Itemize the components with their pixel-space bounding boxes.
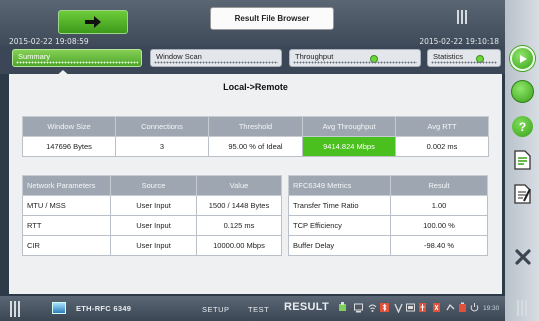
param-name: RTT [22,215,111,236]
usb-icon [419,303,426,312]
tab-window-scan[interactable]: Window Scan [150,49,282,67]
tab-label: Throughput [295,52,334,61]
metric-name: Transfer Time Ratio [288,195,391,216]
avg-rtt-value: 0.002 ms [395,136,489,157]
column-header: Network Parameters [22,175,111,196]
column-header: Avg Throughput [302,116,396,137]
clock: 19:30 [483,305,500,312]
application-icon[interactable] [52,302,66,314]
power-icon [470,303,479,312]
nav-result[interactable]: RESULT [284,301,329,313]
metric-value: 1.00 [390,195,488,216]
battery-icon [459,302,466,312]
edit-report-button[interactable] [509,180,536,207]
navigate-arrow-button[interactable] [58,10,128,34]
application-name[interactable]: ETH-RFC 6349 [76,304,131,313]
param-source: User Input [110,235,197,256]
tab-summary[interactable]: Summary [12,49,142,67]
param-name: MTU / MSS [22,195,111,216]
screen-icon [354,303,363,313]
bluetooth-icon [380,303,389,312]
status-led-button[interactable] [509,78,536,105]
param-source: User Input [110,195,197,216]
window-size-value: 147696 Bytes [22,136,116,157]
table-row: MTU / MSS User Input 1500 / 1448 Bytes [22,195,282,216]
metric-name: TCP Efficiency [288,215,391,236]
table-row: 147696 Bytes 3 95.00 % of Ideal 9414.824… [22,136,489,157]
close-icon [514,248,531,265]
signal-icon [394,303,403,313]
nav-setup[interactable]: SETUP [202,305,230,314]
tools-icon [339,302,346,311]
network-icon [406,303,415,312]
top-header: Result File Browser 2015-02-22 19:08:59 … [0,0,505,46]
table-row: RTT User Input 0.125 ms [22,215,282,236]
sidebar-grip-icon[interactable] [517,300,527,316]
avg-throughput-value: 9414.824 Mbps [302,136,396,157]
start-timestamp: 2015-02-22 19:08:59 [9,37,89,46]
start-test-icon [510,46,535,71]
tab-label: Window Scan [156,52,202,61]
table-row: TCP Efficiency 100.00 % [288,215,488,236]
rfc6349-metrics-table: RFC6349 Metrics Result Transfer Time Rat… [288,175,488,256]
results-panel: Local->Remote Window Size Connections Th… [9,74,502,294]
direction-title: Local->Remote [223,82,288,92]
table-header-row: Network Parameters Source Value [22,175,282,196]
edit-report-icon [514,183,531,204]
table-header-row: Window Size Connections Threshold Avg Th… [22,116,489,137]
metric-name: Buffer Delay [288,235,391,256]
column-header: RFC6349 Metrics [288,175,391,196]
param-value: 1500 / 1448 Bytes [196,195,282,216]
help-icon: ? [512,116,533,137]
network-parameters-table: Network Parameters Source Value MTU / MS… [22,175,282,256]
column-header: Value [196,175,282,196]
close-button[interactable] [509,243,536,270]
report-icon [514,149,531,170]
arrow-right-icon [85,16,101,28]
right-sidebar: ? [505,0,539,321]
bottom-grip-icon[interactable] [10,301,20,317]
column-header: Window Size [22,116,116,137]
column-header: Avg RTT [395,116,489,137]
column-header: Connections [115,116,209,137]
table-header-row: RFC6349 Metrics Result [288,175,488,196]
threshold-value: 95.00 % of Ideal [208,136,303,157]
tab-label: Statistics [433,52,464,61]
nav-test[interactable]: TEST [248,305,269,314]
column-header: Source [110,175,197,196]
param-source: User Input [110,215,197,236]
connection-icon [446,303,455,311]
window-title: Result File Browser [210,7,334,30]
report-button[interactable] [509,146,536,173]
start-test-button[interactable] [509,45,536,72]
summary-table: Window Size Connections Threshold Avg Th… [22,116,489,157]
wifi-icon [368,304,377,312]
tab-bar: Summary Window Scan Throughput Statistic… [0,46,505,78]
metric-value: -98.40 % [390,235,488,256]
tab-label: Summary [18,52,51,61]
param-value: 0.125 ms [196,215,282,236]
bottom-bar: ETH-RFC 6349 SETUP TEST RESULT 19:30 [0,296,505,321]
table-row: Buffer Delay -98.40 % [288,235,488,256]
table-row: Transfer Time Ratio 1.00 [288,195,488,216]
alert-icon [433,303,440,312]
metric-value: 100.00 % [390,215,488,236]
table-row: CIR User Input 10000.00 Mbps [22,235,282,256]
column-header: Result [390,175,488,196]
connections-value: 3 [115,136,209,157]
column-header: Threshold [208,116,303,137]
status-led-icon [511,80,534,103]
param-name: CIR [22,235,111,256]
menu-grip-icon[interactable] [455,10,469,24]
help-button[interactable]: ? [509,113,536,140]
end-timestamp: 2015-02-22 19:10:18 [419,37,499,46]
tab-throughput[interactable]: Throughput [289,49,421,67]
tab-statistics[interactable]: Statistics [427,49,501,67]
param-value: 10000.00 Mbps [196,235,282,256]
